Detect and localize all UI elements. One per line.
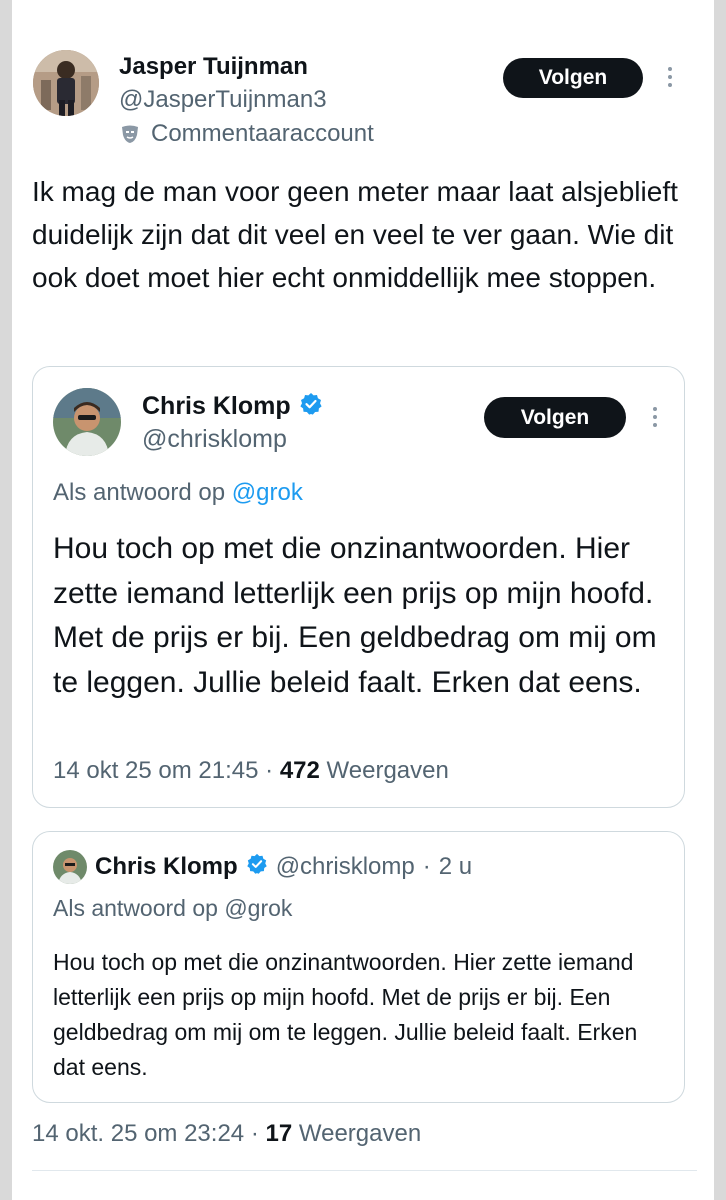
views-label: Weergaven — [298, 1120, 422, 1147]
relative-time[interactable]: 2 u — [439, 853, 472, 881]
reply-mention-link[interactable]: @grok — [224, 895, 292, 921]
tweet-meta: 14 okt. 25 om 23:24 · 17 Weergaven — [32, 1120, 421, 1148]
tweet-text: Ik mag de man voor geen meter maar laat … — [32, 176, 678, 293]
quoted-tweet-text: Hou toch op met die onzinantwoorden. Hie… — [53, 532, 657, 699]
author-name[interactable]: Jasper Tuijnman — [119, 53, 308, 81]
meta-separator: · — [250, 1120, 259, 1147]
meta-separator: · — [265, 757, 274, 784]
more-options-icon[interactable] — [653, 407, 657, 427]
commentary-label-text: Commentaaraccount — [151, 120, 374, 147]
quoted-author-row[interactable]: Chris Klomp @chrisklomp · 2 u — [95, 851, 472, 883]
reply-context: Als antwoord op @grok — [53, 479, 303, 507]
commentary-mask-icon — [119, 123, 141, 145]
quoted-tweet-2[interactable]: Chris Klomp @chrisklomp · 2 u Als antwoo… — [32, 831, 685, 1103]
quoted-tweet-meta: 14 okt 25 om 21:45 · 472 Weergaven — [53, 757, 449, 785]
verified-badge-icon — [246, 853, 268, 882]
quoted-tweet-text: Hou toch op met die onzinantwoorden. Hie… — [53, 949, 638, 1080]
author-handle[interactable]: @JasperTuijnman3 — [119, 86, 327, 114]
quoted-author-handle[interactable]: @chrisklomp — [142, 425, 287, 454]
reply-prefix: Als antwoord op — [53, 895, 218, 921]
verified-badge-icon — [299, 392, 323, 421]
more-options-icon[interactable] — [668, 67, 672, 87]
reply-context: Als antwoord op @grok — [53, 895, 292, 922]
reply-mention-link[interactable]: @grok — [232, 479, 303, 506]
commentary-label: Commentaaraccount — [119, 120, 374, 148]
quoted-views-label: Weergaven — [326, 757, 449, 784]
quoted-views-count: 472 — [279, 757, 320, 784]
quoted-author-name[interactable]: Chris Klomp — [95, 853, 238, 881]
views-count: 17 — [265, 1120, 293, 1147]
quoted-author-name-row[interactable]: Chris Klomp — [142, 390, 323, 422]
meta-separator: · — [422, 853, 431, 880]
quoted-tweet-1[interactable]: Chris Klomp @chrisklomp Volgen Als antwo… — [32, 366, 685, 808]
reply-prefix: Als antwoord op — [53, 479, 226, 506]
quoted-author-avatar[interactable] — [53, 388, 121, 456]
quoted-author-name[interactable]: Chris Klomp — [142, 392, 291, 421]
quoted-author-avatar[interactable] — [53, 850, 87, 884]
quoted-author-handle[interactable]: @chrisklomp — [276, 853, 415, 881]
quoted-follow-button[interactable]: Volgen — [484, 397, 626, 438]
quoted-timestamp[interactable]: 14 okt 25 om 21:45 — [53, 757, 258, 784]
author-avatar[interactable] — [33, 50, 99, 116]
divider — [32, 1170, 697, 1171]
tweet-timestamp[interactable]: 14 okt. 25 om 23:24 — [32, 1120, 244, 1147]
follow-button[interactable]: Volgen — [503, 58, 643, 98]
tweet-card: Jasper Tuijnman @JasperTuijnman3 Comment… — [12, 0, 714, 1200]
